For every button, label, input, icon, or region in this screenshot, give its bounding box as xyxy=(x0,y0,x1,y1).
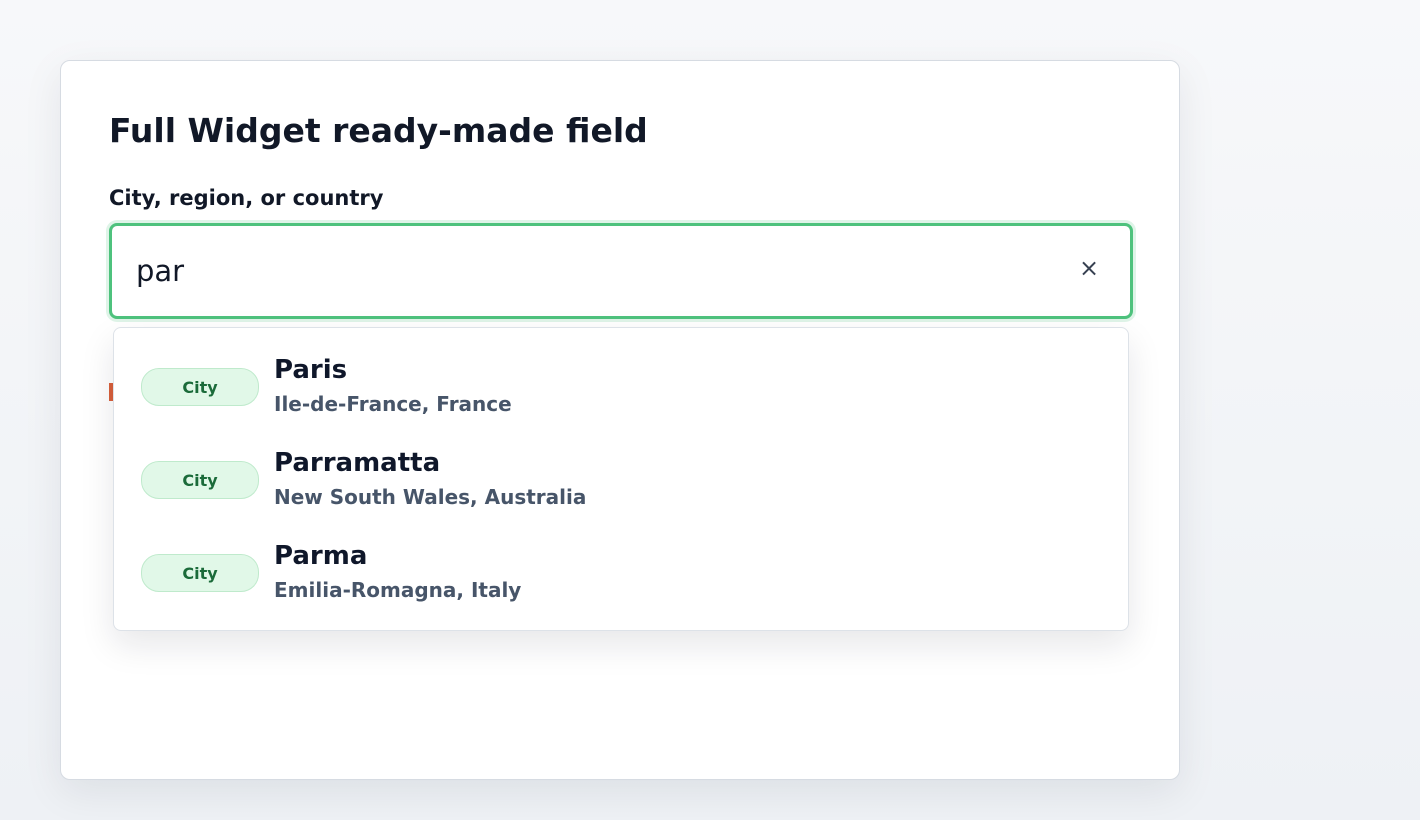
suggestion-option-paris[interactable]: City Paris Ile-de-France, France xyxy=(114,350,1128,442)
location-input-container[interactable]: × xyxy=(109,223,1133,319)
suggestion-option-parramatta[interactable]: City Parramatta New South Wales, Austral… xyxy=(114,443,1128,535)
type-badge: City xyxy=(141,554,259,592)
suggestion-option-parma[interactable]: City Parma Emilia-Romagna, Italy xyxy=(114,536,1128,628)
suggestions-dropdown: City Paris Ile-de-France, France City Pa… xyxy=(113,327,1129,631)
type-badge: City xyxy=(141,461,259,499)
location-search-input[interactable] xyxy=(134,245,1038,297)
suggestion-region: New South Wales, Australia xyxy=(274,485,587,509)
type-badge: City xyxy=(141,368,259,406)
suggestion-name: Parramatta xyxy=(274,448,441,478)
suggestion-name: Parma xyxy=(274,541,368,571)
suggestion-region: Emilia-Romagna, Italy xyxy=(274,578,522,602)
page-title: Full Widget ready-made field xyxy=(109,111,648,150)
suggestion-region: Ile-de-France, France xyxy=(274,392,512,416)
suggestion-name: Paris xyxy=(274,355,348,385)
widget-card: Full Widget ready-made field City, regio… xyxy=(60,60,1180,780)
location-field-label: City, region, or country xyxy=(109,186,384,210)
clear-icon[interactable]: × xyxy=(1074,253,1104,283)
